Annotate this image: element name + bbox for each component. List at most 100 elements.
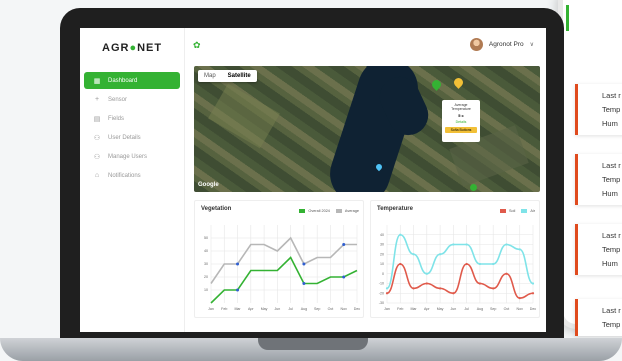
users-icon: ⚇ xyxy=(93,153,101,161)
data-point[interactable] xyxy=(342,275,346,279)
avatar xyxy=(469,38,483,51)
sidebar-nav: ▦ Dashboard + Sensor ▤ Fields ⚇ User Details ⚇ Ma… xyxy=(84,72,180,186)
sidebar-item-label: Fields xyxy=(108,115,125,122)
data-point[interactable] xyxy=(478,262,482,266)
data-point[interactable] xyxy=(452,292,455,295)
sidebar-item-manage-users[interactable]: ⚇ Manage Users xyxy=(84,148,180,165)
x-tick-label: May xyxy=(261,307,268,311)
temperature-card: Temperature Soil Air Jan Feb Mar Apr May Jun J… xyxy=(370,200,540,318)
y-tick-label: 20 xyxy=(204,275,208,279)
sidebar: AGR●NET ▦ Dashboard + Sensor ▤ Fields ⚇ User De… xyxy=(80,28,185,332)
laptop-notch xyxy=(258,338,368,350)
map-pin-icon[interactable] xyxy=(430,78,443,91)
x-tick-label: Feb xyxy=(221,307,227,311)
data-point[interactable] xyxy=(465,262,468,266)
user-menu[interactable]: Agronot Pro ∨ xyxy=(469,38,534,51)
data-point[interactable] xyxy=(531,292,535,295)
sidebar-item-sensor[interactable]: + Sensor xyxy=(84,91,180,108)
x-tick-label: Sep xyxy=(490,307,496,311)
plus-icon: + xyxy=(94,96,100,103)
sidebar-item-notifications[interactable]: ⌂ Notifications xyxy=(84,167,180,184)
data-point[interactable] xyxy=(531,282,535,285)
data-point[interactable] xyxy=(478,282,482,285)
data-point[interactable] xyxy=(505,272,508,275)
x-tick-label: Jul xyxy=(464,307,469,311)
data-point[interactable] xyxy=(236,288,240,292)
data-point[interactable] xyxy=(302,282,306,285)
vegetation-chart: Jan Feb Mar Apr May Jun Jul Aug Sep Oct Nov Dec 10 20… xyxy=(204,225,361,311)
y-tick-label: 30 xyxy=(380,243,384,247)
data-point[interactable] xyxy=(425,282,428,285)
sidebar-item-label: User Details xyxy=(108,134,141,141)
data-point[interactable] xyxy=(452,243,455,246)
sidebar-item-user-details[interactable]: ⚇ User Details xyxy=(84,129,180,146)
y-tick-label: 0 xyxy=(382,272,384,276)
grid-icon: ▦ xyxy=(93,77,101,85)
data-point[interactable] xyxy=(236,262,240,266)
google-logo: Google xyxy=(198,182,219,188)
data-point[interactable] xyxy=(399,262,402,266)
phone-reading-card[interactable]: Last r Temp Hum xyxy=(575,84,622,135)
data-point[interactable] xyxy=(505,243,508,246)
data-point[interactable] xyxy=(302,262,306,266)
data-point[interactable] xyxy=(438,287,442,290)
map-info-popup[interactable]: Average Temperature 5 c Details Sofia Bu… xyxy=(442,100,480,142)
data-point[interactable] xyxy=(412,253,415,256)
leaf-icon[interactable]: ✿ xyxy=(193,40,201,51)
y-tick-label: 40 xyxy=(204,249,208,253)
x-tick-label: May xyxy=(437,307,444,311)
fields-icon: ▤ xyxy=(93,115,101,123)
phone-reading-line: Last r xyxy=(602,91,621,100)
x-tick-label: Oct xyxy=(504,307,510,311)
phone-reading-card[interactable]: Last r Temp xyxy=(575,299,622,336)
phone-reading-line: Temp xyxy=(602,175,621,184)
popup-button[interactable]: Sofia Buttons xyxy=(445,127,477,133)
phone-reading-card[interactable]: Last r Temp Hum xyxy=(575,154,622,205)
map-marker-icon[interactable] xyxy=(470,184,477,191)
data-point[interactable] xyxy=(465,243,468,246)
data-point[interactable] xyxy=(399,233,402,236)
x-tick-label: Dec xyxy=(354,307,361,311)
x-tick-label: Nov xyxy=(341,307,348,311)
x-tick-label: Aug xyxy=(477,307,483,311)
x-tick-label: Apr xyxy=(248,307,254,311)
y-tick-label: -30 xyxy=(379,301,384,305)
x-tick-label: Mar xyxy=(410,307,417,311)
map-pin-icon[interactable] xyxy=(452,76,465,89)
satellite-map[interactable]: Map Satellite Average Temperature 5 c De… xyxy=(194,66,540,192)
tab-map[interactable]: Map xyxy=(198,70,222,82)
x-tick-label: Jan xyxy=(208,307,214,311)
tab-satellite[interactable]: Satellite xyxy=(222,70,257,82)
data-point[interactable] xyxy=(492,262,495,266)
data-point[interactable] xyxy=(492,287,495,290)
data-point[interactable] xyxy=(385,287,389,290)
phone-reading-line: Last r xyxy=(602,306,621,315)
data-point[interactable] xyxy=(385,292,389,295)
top-header: ✿ Agronot Pro ∨ xyxy=(185,28,546,64)
phone-reading-line: Hum xyxy=(602,259,618,268)
y-tick-label: 10 xyxy=(380,262,384,266)
x-tick-label: Aug xyxy=(301,307,307,311)
x-tick-label: Sep xyxy=(314,307,320,311)
phone-reading-card[interactable]: Last r Temp Hum xyxy=(575,224,622,275)
y-tick-label: 40 xyxy=(380,233,384,237)
data-point[interactable] xyxy=(518,248,521,251)
phone-reading-line: Last r xyxy=(602,231,621,240)
data-point[interactable] xyxy=(518,297,521,300)
sidebar-item-label: Manage Users xyxy=(108,153,148,160)
data-point[interactable] xyxy=(425,272,428,275)
app-logo[interactable]: AGR●NET xyxy=(102,42,162,54)
data-point[interactable] xyxy=(438,253,442,256)
phone-reading-line: Last r xyxy=(602,161,621,170)
x-tick-label: Jun xyxy=(450,307,456,311)
user-icon: ⚇ xyxy=(93,134,101,142)
data-point[interactable] xyxy=(342,243,346,246)
sidebar-item-dashboard[interactable]: ▦ Dashboard xyxy=(84,72,180,89)
phone-reading-line: Temp xyxy=(602,320,621,329)
user-name: Agronot Pro xyxy=(488,41,524,48)
popup-status[interactable]: Details xyxy=(445,120,477,124)
x-tick-label: Nov xyxy=(517,307,524,311)
sidebar-item-fields[interactable]: ▤ Fields xyxy=(84,110,180,127)
temperature-chart: Jan Feb Mar Apr May Jun Jul Aug Sep Oct Nov Dec -30 -… xyxy=(379,225,536,311)
data-point[interactable] xyxy=(412,287,415,290)
